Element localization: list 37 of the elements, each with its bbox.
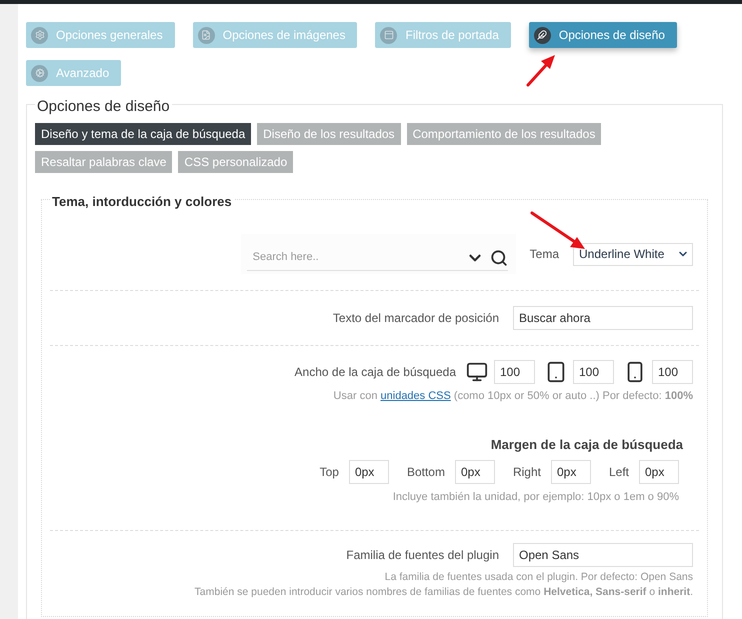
field-label: Ancho de la caja de búsqueda xyxy=(294,364,456,381)
feather-icon xyxy=(534,26,551,44)
text-field[interactable]: Buscar ahora xyxy=(513,306,693,330)
field-label: Tema xyxy=(530,246,559,263)
monitor-icon xyxy=(466,361,488,383)
field-label: Familia de fuentes del plugin xyxy=(346,546,499,564)
cog-icon xyxy=(31,64,48,82)
field-label: Texto del marcador de posición xyxy=(332,310,499,327)
help-text: Incluye también la unidad, por ejemplo: 10px o 1em o 90% xyxy=(392,490,679,505)
help-text: También se pueden introducir varios nombres de familias de fuentes como Helvetica, Sans-serif o inherit. xyxy=(194,584,693,600)
margin-field[interactable]: 0px xyxy=(348,460,389,484)
margin-title: Margen de la caja de búsqueda xyxy=(490,436,683,454)
css-units-link[interactable]: unidades CSS xyxy=(380,390,451,402)
field-label: Left xyxy=(608,464,629,481)
margin-field[interactable]: 0px xyxy=(550,460,591,484)
section-tab[interactable]: Diseño y tema de la caja de búsqueda xyxy=(35,123,252,145)
image-file-icon xyxy=(198,26,215,44)
margin-field[interactable]: 0px xyxy=(639,460,679,484)
window-icon xyxy=(380,26,398,44)
width-field[interactable]: 100 xyxy=(652,360,693,384)
tablet-icon xyxy=(545,361,567,383)
field-label: Top xyxy=(320,464,339,481)
search-icon xyxy=(490,248,508,266)
width-field[interactable]: 100 xyxy=(573,360,614,384)
field-label: Bottom xyxy=(406,464,445,481)
help-text: La familia de fuentes usada con el plugin. Por defecto: Open Sans xyxy=(384,570,693,584)
annotation-arrow xyxy=(530,212,585,249)
theme-dropdown[interactable]: Underline White xyxy=(573,242,693,266)
help-text: Usar con unidades CSS (como 10px or 50% or auto ..) Por defecto: 100% xyxy=(333,389,693,404)
gear-icon xyxy=(31,26,48,44)
margin-field[interactable]: 0px xyxy=(454,460,495,484)
width-field[interactable]: 100 xyxy=(494,360,535,384)
section-title: Opciones de diseño xyxy=(35,98,172,115)
field-label: Right xyxy=(512,464,541,481)
annotation-arrow xyxy=(526,55,555,86)
fieldset-title: Tema, intorducción y colores xyxy=(50,194,234,209)
text-field[interactable]: Open Sans xyxy=(513,542,693,566)
